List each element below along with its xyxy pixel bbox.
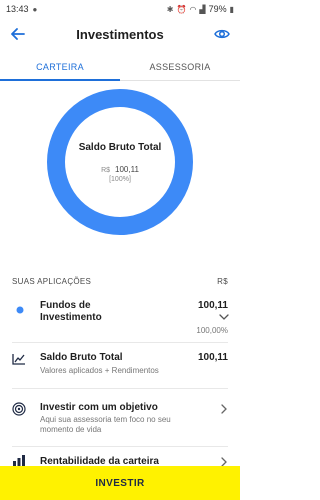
divider [12,342,228,343]
applications-currency: R$ [217,276,228,286]
donut-value-row: R$ 100,11 [101,165,139,174]
funds-title-line2: Investimento [40,312,102,323]
applications-title: SUAS APLICAÇÕES [12,276,92,286]
tab-assessoria[interactable]: ASSESSORIA [120,54,240,80]
balance-title: Saldo Bruto Total [40,352,123,363]
tab-carteira[interactable]: CARTEIRA [0,54,120,81]
divider [12,388,228,389]
tab-bar: CARTEIRA ASSESSORIA [0,54,240,81]
portfolio-donut: Saldo Bruto Total R$ 100,11 [100%] [46,88,194,236]
battery-level: 79% [208,4,227,14]
bluetooth-icon: ✱ [166,4,174,14]
donut-percent: [100%] [109,175,131,183]
battery-icon: ▮ [229,4,234,14]
list-item-funds[interactable]: Fundos de Investimento 100,11 100,00% [0,296,240,342]
funds-percent: 100,00% [196,326,228,335]
goal-subtitle-line1: Aqui sua assessoria tem foco no seu [40,415,171,424]
applications-header: SUAS APLICAÇÕES R$ [12,274,228,288]
back-button[interactable] [8,24,28,44]
app-header: Investimentos [0,18,240,50]
balance-value: 100,11 [197,352,228,363]
chevron-down-icon[interactable] [219,314,229,320]
divider [12,446,228,447]
chevron-right-icon [221,404,227,414]
app-notification-icon: ● [32,4,38,14]
donut-currency: R$ [101,166,111,174]
donut-title: Saldo Bruto Total [78,141,162,153]
target-icon [12,402,26,416]
arrow-left-icon [11,28,25,40]
balance-subtitle: Valores aplicados + Rendimentos [40,366,159,375]
invest-button[interactable]: INVESTIR [0,466,240,500]
list-item-balance[interactable]: Saldo Bruto Total 100,11 Valores aplicad… [0,348,240,382]
line-chart-icon [12,354,25,365]
list-item-goal[interactable]: Investir com um objetivo Aqui sua assess… [0,398,240,440]
goal-title: Investir com um objetivo [40,402,158,413]
eye-icon [214,29,230,39]
wifi-icon: ◠ [189,4,197,14]
status-time: 13:43 [6,4,29,14]
dot-icon [16,306,24,314]
status-bar: 13:43 ● ✱ ⏰ ◠ ▟ 79% ▮ [0,0,240,18]
donut-center: Saldo Bruto Total R$ 100,11 [100%] [46,88,194,236]
goal-subtitle-line2: momento de vida [40,425,102,434]
toggle-visibility-button[interactable] [212,24,232,44]
list-item-profitability[interactable]: Rentabilidade da carteira [0,452,240,467]
donut-value: 100,11 [115,164,139,174]
funds-title-line1: Fundos de [40,300,91,311]
alarm-icon: ⏰ [176,4,187,14]
funds-value: 100,11 [197,300,228,311]
signal-icon: ▟ [199,4,206,14]
page-title: Investimentos [76,26,164,42]
